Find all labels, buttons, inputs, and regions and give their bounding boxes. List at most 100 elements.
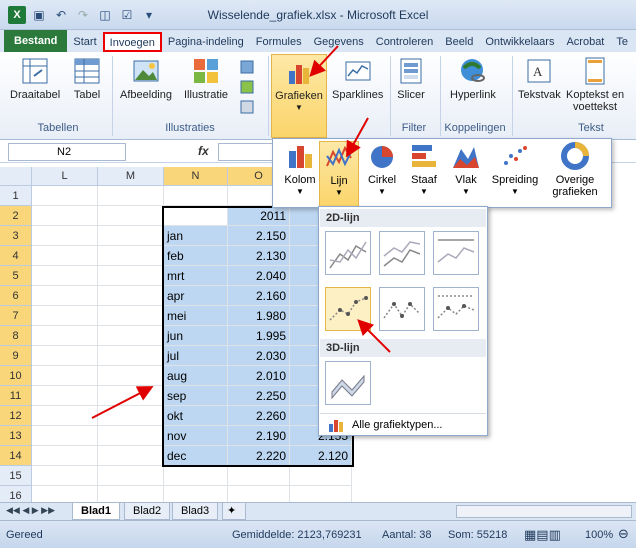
cell[interactable] — [32, 346, 98, 366]
tab-formules[interactable]: Formules — [250, 32, 308, 52]
all-chart-types-link[interactable]: Alle grafiektypen... — [320, 413, 486, 435]
value-cell[interactable]: 1.995 — [228, 326, 290, 346]
cell[interactable] — [98, 306, 164, 326]
value-cell[interactable]: 2.040 — [228, 266, 290, 286]
column-header-n[interactable]: N — [164, 167, 228, 186]
month-cell[interactable]: mrt — [164, 266, 228, 286]
row-header[interactable]: 2 — [0, 206, 32, 226]
cell[interactable] — [32, 206, 98, 226]
cell[interactable] — [98, 426, 164, 446]
month-cell[interactable]: jan — [164, 226, 228, 246]
cell[interactable] — [98, 266, 164, 286]
month-cell[interactable]: dec — [164, 446, 228, 466]
sheet-nav-icons[interactable]: ◀◀ ◀ ▶ ▶▶ — [6, 505, 55, 516]
row-header[interactable]: 8 — [0, 326, 32, 346]
cell[interactable] — [98, 206, 164, 226]
cell[interactable] — [98, 386, 164, 406]
column-header-m[interactable]: M — [98, 167, 164, 186]
month-cell[interactable]: jul — [164, 346, 228, 366]
grafieken-button[interactable]: Grafieken ▼ — [271, 54, 327, 138]
row-header[interactable]: 10 — [0, 366, 32, 386]
3d-line-option[interactable] — [325, 361, 371, 405]
line-markers-option[interactable] — [325, 287, 371, 331]
cell[interactable] — [98, 286, 164, 306]
cell[interactable] — [32, 426, 98, 446]
cell[interactable] — [98, 346, 164, 366]
cell[interactable] — [32, 366, 98, 386]
tab-te[interactable]: Te — [610, 32, 634, 52]
row-header[interactable]: 13 — [0, 426, 32, 446]
row-header[interactable]: 4 — [0, 246, 32, 266]
tab-start[interactable]: Start — [67, 32, 102, 52]
cell[interactable] — [98, 326, 164, 346]
cell[interactable] — [32, 286, 98, 306]
staaf-chart-button[interactable]: Staaf ▼ — [403, 141, 445, 198]
100-stacked-line-option[interactable] — [433, 231, 479, 275]
column-header-l[interactable]: L — [32, 167, 98, 186]
100-stacked-line-markers-option[interactable] — [433, 287, 479, 331]
tab-gegevens[interactable]: Gegevens — [308, 32, 370, 52]
tekstvak-button[interactable]: A Tekstvak — [518, 56, 561, 101]
cell[interactable] — [98, 186, 164, 206]
cell[interactable] — [32, 306, 98, 326]
sparklines-button[interactable]: Sparklines — [332, 56, 383, 101]
insert-sheet-icon[interactable]: ✦ — [222, 503, 246, 520]
cell[interactable] — [32, 386, 98, 406]
cell[interactable] — [32, 186, 98, 206]
illustratie-button[interactable]: Illustratie — [184, 56, 228, 101]
row-header[interactable]: 15 — [0, 466, 32, 486]
value-cell[interactable]: 2.260 — [228, 406, 290, 426]
cell[interactable] — [32, 266, 98, 286]
month-cell[interactable]: apr — [164, 286, 228, 306]
cirkel-chart-button[interactable]: Cirkel ▼ — [361, 141, 403, 198]
fx-icon[interactable]: fx — [198, 144, 209, 158]
month-cell[interactable] — [164, 186, 228, 206]
cell[interactable] — [98, 246, 164, 266]
tab-controleren[interactable]: Controleren — [370, 32, 439, 52]
value-cell[interactable]: 2.130 — [228, 246, 290, 266]
month-cell[interactable]: feb — [164, 246, 228, 266]
cell[interactable] — [98, 406, 164, 426]
afbeelding-button[interactable]: Afbeelding — [120, 56, 172, 101]
vlak-chart-button[interactable]: Vlak ▼ — [445, 141, 487, 198]
stacked-line-markers-option[interactable] — [379, 287, 425, 331]
month-cell[interactable]: jun — [164, 326, 228, 346]
row-header[interactable]: 12 — [0, 406, 32, 426]
cell[interactable] — [32, 326, 98, 346]
row-header[interactable]: 6 — [0, 286, 32, 306]
value-cell[interactable]: 2011 — [228, 206, 290, 226]
value-cell[interactable]: 2.150 — [228, 226, 290, 246]
select-all-corner[interactable] — [0, 167, 32, 186]
value-cell[interactable]: 2.250 — [228, 386, 290, 406]
value-cell[interactable] — [290, 466, 352, 486]
horizontal-scrollbar[interactable] — [456, 505, 632, 518]
kolom-chart-button[interactable]: Kolom ▼ — [279, 141, 321, 198]
value-cell[interactable]: 2.220 — [228, 446, 290, 466]
tab-pagina-indeling[interactable]: Pagina-indeling — [162, 32, 250, 52]
cell[interactable] — [32, 246, 98, 266]
month-cell[interactable]: sep — [164, 386, 228, 406]
cell[interactable] — [32, 406, 98, 426]
value-cell[interactable] — [228, 466, 290, 486]
cell[interactable] — [32, 446, 98, 466]
month-cell[interactable]: nov — [164, 426, 228, 446]
cell[interactable] — [32, 466, 98, 486]
row-header[interactable]: 9 — [0, 346, 32, 366]
value-cell[interactable]: 2.160 — [228, 286, 290, 306]
spreiding-chart-button[interactable]: Spreiding ▼ — [487, 141, 543, 198]
stacked-line-option[interactable] — [379, 231, 425, 275]
cell[interactable] — [98, 366, 164, 386]
overige-chart-button[interactable]: Overige grafieken — [545, 141, 605, 198]
cell[interactable] — [98, 466, 164, 486]
lijn-chart-button[interactable]: Lijn ▼ — [319, 141, 359, 207]
tab-beeld[interactable]: Beeld — [439, 32, 479, 52]
row-header[interactable]: 14 — [0, 446, 32, 466]
formula-input[interactable] — [218, 143, 278, 161]
tab-bestand[interactable]: Bestand — [4, 30, 68, 52]
value-cell[interactable]: 2.190 — [228, 426, 290, 446]
koptekst-button[interactable]: Koptekst en voettekst — [566, 56, 624, 113]
sheet-tab-blad1[interactable]: Blad1 — [72, 503, 120, 520]
month-cell[interactable]: aug — [164, 366, 228, 386]
line-chart-option[interactable] — [325, 231, 371, 275]
cell[interactable] — [98, 446, 164, 466]
